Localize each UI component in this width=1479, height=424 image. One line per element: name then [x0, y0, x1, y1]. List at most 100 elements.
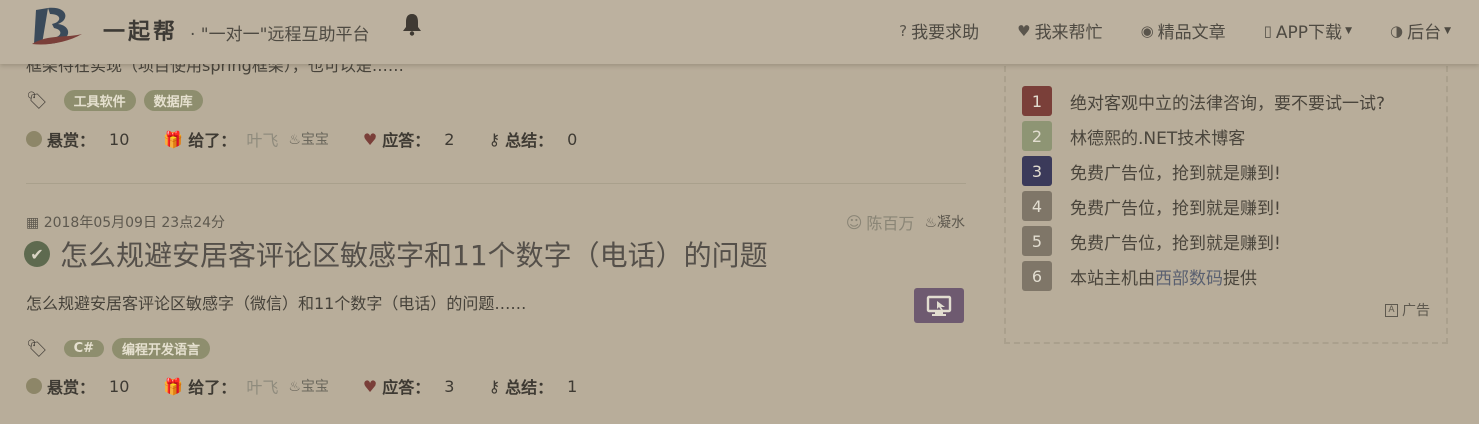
- ad-rank-badge: 6: [1022, 261, 1052, 291]
- caret-down-icon: ▼: [1345, 25, 1352, 36]
- site-slogan: · "一对一"远程互助平台: [190, 25, 370, 45]
- question-circle-icon: ?: [899, 21, 908, 40]
- summary-label: 总结：: [505, 378, 554, 397]
- summary-label: 总结：: [505, 131, 554, 150]
- ad-icon: A: [1385, 303, 1398, 317]
- nav-label: 我要求助: [911, 23, 980, 43]
- post-stats: 悬赏： 10 🎁 给了： 叶飞 ♨宝宝 ♥ 应答： 2 ⚷ 总结： 0: [26, 127, 611, 151]
- user-circle-icon: ☺: [845, 212, 863, 232]
- ad-label: A 广告: [1385, 300, 1430, 320]
- tags-icon: 🏷: [26, 338, 48, 359]
- ad-rank-badge: 5: [1022, 226, 1052, 256]
- nav-label: APP下载: [1275, 23, 1343, 43]
- ad-item-4[interactable]: 4 免费广告位，抢到就是赚到!: [1022, 191, 1281, 221]
- tag[interactable]: C#: [63, 340, 105, 357]
- main-nav: ? 我要求助 ♥ 我来帮忙 ◉ 精品文章 ▯ APP下载 ▼ ◑ 后台 ▼: [861, 18, 1451, 44]
- heart-icon: ♥: [1017, 21, 1031, 40]
- post-title-link[interactable]: 怎么规避安居客评论区敏感字和11个数字（电话）的问题: [60, 234, 768, 274]
- nav-label: 精品文章: [1157, 23, 1226, 43]
- mobile-icon: ▯: [1263, 21, 1272, 40]
- key-icon: ⚷: [488, 129, 501, 149]
- ad-item-3[interactable]: 3 免费广告位，抢到就是赚到!: [1022, 156, 1281, 186]
- eye-icon: ◉: [1140, 21, 1154, 40]
- coin-icon: [26, 378, 42, 394]
- check-circle-icon: ✔: [24, 241, 50, 267]
- tag-list: 🏷 工具软件 数据库: [26, 90, 203, 111]
- bounty-stat: 悬赏： 10: [26, 127, 129, 151]
- given-user-link[interactable]: 叶飞: [246, 127, 278, 151]
- nav-ask-for-help[interactable]: ? 我要求助: [899, 18, 980, 44]
- ad-rank-badge: 1: [1022, 86, 1052, 116]
- top-navbar: 一起帮 · "一对一"远程互助平台 ? 我要求助 ♥ 我来帮忙 ◉ 精品文章 ▯…: [0, 0, 1479, 64]
- given-label: 给了：: [188, 131, 237, 150]
- answers-value: 3: [444, 376, 455, 396]
- bounty-value: 10: [109, 129, 130, 149]
- nav-label: 后台: [1407, 23, 1442, 43]
- post-excerpt: 怎么规避安居客评论区敏感字（微信）和11个数字（电话）的问题……: [26, 294, 527, 313]
- bounty-stat: 悬赏： 10: [26, 374, 129, 398]
- ad-link[interactable]: 免费广告位，抢到就是赚到!: [1070, 159, 1281, 184]
- site-logo[interactable]: [28, 4, 84, 48]
- ad-text: 本站主机由西部数码提供: [1070, 268, 1257, 289]
- author-level: ♨凝水: [924, 215, 965, 231]
- author-link[interactable]: 陈百万: [866, 210, 914, 234]
- ad-item-5[interactable]: 5 免费广告位，抢到就是赚到!: [1022, 226, 1281, 256]
- answers-value: 2: [444, 129, 455, 149]
- ad-rank-badge: 3: [1022, 156, 1052, 186]
- post-title-row: ✔ 怎么规避安居客评论区敏感字和11个数字（电话）的问题: [24, 234, 768, 274]
- coin-icon: [26, 131, 42, 147]
- ad-item-2[interactable]: 2 林德熙的.NET技术博客: [1022, 121, 1245, 151]
- ad-rank-badge: 4: [1022, 191, 1052, 221]
- calendar-icon: ▦: [26, 215, 40, 231]
- post-stats: 悬赏： 10 🎁 给了： 叶飞 ♨宝宝 ♥ 应答： 3 ⚷ 总结： 1: [26, 374, 611, 398]
- nav-offer-help[interactable]: ♥ 我来帮忙: [1017, 18, 1103, 44]
- nav-app-download[interactable]: ▯ APP下载 ▼: [1263, 18, 1352, 44]
- answers-label: 应答：: [382, 131, 431, 150]
- key-icon: ⚷: [488, 376, 501, 396]
- bell-icon[interactable]: [401, 12, 423, 36]
- heart-icon: ♥: [362, 129, 378, 149]
- gift-icon: 🎁: [163, 376, 184, 396]
- tags-icon: 🏷: [26, 90, 48, 111]
- given-stat: 🎁 给了： 叶飞 ♨宝宝: [163, 374, 329, 398]
- summary-value: 0: [567, 129, 578, 149]
- ad-link[interactable]: 免费广告位，抢到就是赚到!: [1070, 194, 1281, 219]
- hosting-provider-link[interactable]: 西部数码: [1155, 269, 1223, 289]
- monitor-icon: [926, 295, 952, 316]
- post-author: ☺ 陈百万 ♨凝水: [846, 210, 965, 234]
- dashboard-icon: ◑: [1389, 21, 1404, 40]
- ad-sidebar: 1 绝对客观中立的法律咨询，要不要试一试? 2 林德熙的.NET技术博客 3 免…: [1004, 66, 1448, 344]
- ad-item-1[interactable]: 1 绝对客观中立的法律咨询，要不要试一试?: [1022, 86, 1385, 116]
- ad-link[interactable]: 林德熙的.NET技术博客: [1070, 124, 1245, 149]
- caret-down-icon: ▼: [1444, 25, 1451, 36]
- bounty-label: 悬赏：: [47, 378, 96, 397]
- post-divider: [26, 183, 966, 184]
- summary-value: 1: [567, 376, 578, 396]
- answers-stat: ♥ 应答： 3: [363, 374, 455, 398]
- ad-item-6: 6 本站主机由西部数码提供: [1022, 261, 1257, 291]
- nav-featured-articles[interactable]: ◉ 精品文章: [1140, 18, 1226, 44]
- post-date: ▦ 2018年05月09日 23点24分: [26, 215, 226, 231]
- ad-link[interactable]: 绝对客观中立的法律咨询，要不要试一试?: [1070, 89, 1385, 114]
- ad-link[interactable]: 免费广告位，抢到就是赚到!: [1070, 229, 1281, 254]
- user-level: ♨宝宝: [288, 132, 329, 148]
- tag-list: 🏷 C# 编程开发语言: [26, 338, 211, 359]
- tag[interactable]: 工具软件: [63, 90, 136, 111]
- brand-name[interactable]: 一起帮: [103, 14, 178, 46]
- gift-icon: 🎁: [163, 129, 184, 149]
- bounty-label: 悬赏：: [47, 131, 96, 150]
- tag[interactable]: 编程开发语言: [112, 338, 211, 359]
- heart-icon: ♥: [362, 376, 378, 396]
- nav-backend[interactable]: ◑ 后台 ▼: [1389, 18, 1451, 44]
- user-level: ♨宝宝: [288, 379, 329, 395]
- bounty-value: 10: [109, 376, 130, 396]
- tag[interactable]: 数据库: [143, 90, 203, 111]
- nav-label: 我来帮忙: [1034, 23, 1103, 43]
- answers-label: 应答：: [382, 378, 431, 397]
- given-stat: 🎁 给了： 叶飞 ♨宝宝: [163, 127, 329, 151]
- summary-stat: ⚷ 总结： 1: [488, 374, 577, 398]
- remote-desktop-button[interactable]: [914, 288, 964, 323]
- given-user-link[interactable]: 叶飞: [246, 374, 278, 398]
- ad-rank-badge: 2: [1022, 121, 1052, 151]
- answers-stat: ♥ 应答： 2: [363, 127, 455, 151]
